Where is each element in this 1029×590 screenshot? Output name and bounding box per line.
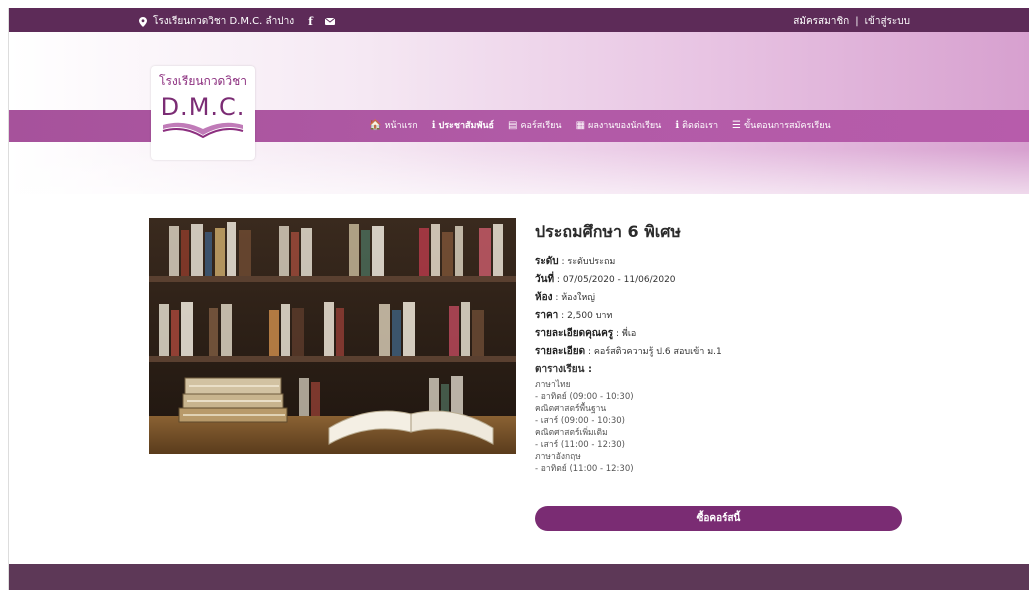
schedule-line: คณิตศาสตร์พื้นฐาน	[535, 404, 607, 414]
site-header: โรงเรียนกวดวิชา D.M.C. 🏠 หน้าแรก ℹ ประชา…	[9, 32, 1029, 194]
course-level-row: ระดับ : ระดับประถม	[535, 256, 616, 267]
teacher-value: พี่เอ	[621, 329, 637, 339]
course-title: ประถมศึกษา 6 พิเศษ	[535, 222, 681, 241]
login-link[interactable]: เข้าสู่ระบบ	[865, 14, 910, 29]
list-icon: ☰	[732, 119, 742, 131]
schedule-line: ภาษาไทย	[535, 380, 571, 390]
mail-icon[interactable]	[324, 18, 335, 25]
nav-item-courses[interactable]: ▤ คอร์สเรียน	[508, 118, 562, 132]
course-teacher-row: รายละเอียดคุณครู : พี่เอ	[535, 328, 637, 339]
course-date-row: วันที่ : 07/05/2020 - 11/06/2020	[535, 274, 676, 285]
nav-item-student-works[interactable]: ▦ ผลงานของนักเรียน	[576, 118, 662, 132]
date-label: วันที่	[535, 274, 555, 285]
schedule-line: - อาทิตย์ (11:00 - 12:30)	[535, 464, 634, 474]
course-detail-row: รายละเอียด : คอร์สติวความรู้ ป.6 สอบเข้า…	[535, 346, 722, 357]
schedule-line: - อาทิตย์ (09:00 - 10:30)	[535, 392, 634, 402]
level-label: ระดับ	[535, 256, 559, 267]
topbar-right: สมัครสมาชิก | เข้าสู่ระบบ	[793, 14, 910, 29]
book-icon: ▤	[508, 119, 518, 131]
open-book-icon	[162, 122, 244, 139]
nav-item-label: ผลงานของนักเรียน	[588, 121, 662, 131]
register-link[interactable]: สมัครสมาชิก	[793, 14, 849, 29]
schedule-line: คณิตศาสตร์เพิ่มเติม	[535, 428, 608, 438]
info-icon: ℹ	[675, 119, 680, 131]
level-value: ระดับประถม	[567, 257, 616, 267]
nav-item-announcements[interactable]: ℹ ประชาสัมพันธ์	[432, 118, 494, 132]
school-logo[interactable]: โรงเรียนกวดวิชา D.M.C.	[151, 66, 255, 160]
date-value: 07/05/2020 - 11/06/2020	[562, 275, 676, 285]
facebook-icon[interactable]: f	[308, 15, 313, 28]
nav-item-label: ประชาสัมพันธ์	[438, 121, 495, 131]
nav-item-label: ขั้นตอนการสมัครเรียน	[744, 121, 831, 131]
logo-line1: โรงเรียนกวดวิชา	[159, 74, 247, 88]
bookshelf-illustration	[149, 218, 516, 454]
school-location-text: โรงเรียนกวดวิชา D.M.C. ลำปาง	[153, 16, 295, 27]
schedule-line: - เสาร์ (11:00 - 12:30)	[535, 440, 625, 450]
schedule-line: ภาษาอังกฤษ	[535, 452, 581, 462]
price-value: 2,500 บาท	[567, 311, 613, 321]
room-label: ห้อง	[535, 292, 553, 303]
nav-item-home[interactable]: 🏠 หน้าแรก	[369, 118, 418, 132]
course-image	[149, 218, 516, 454]
course-details: ประถมศึกษา 6 พิเศษ ระดับ : ระดับประถม วั…	[535, 218, 915, 475]
schedule-list: ภาษาไทย - อาทิตย์ (09:00 - 10:30) คณิตศา…	[535, 379, 915, 475]
room-value: ห้องใหญ่	[561, 293, 595, 303]
buy-course-button[interactable]: ซื้อคอร์สนี้	[535, 506, 902, 531]
info-icon: ℹ	[431, 119, 436, 131]
price-label: ราคา	[535, 310, 559, 321]
map-pin-icon	[139, 16, 147, 27]
logo-line2: D.M.C.	[160, 93, 246, 121]
nav-item-contact[interactable]: ℹ ติดต่อเรา	[675, 118, 718, 132]
nav-item-label: ติดต่อเรา	[682, 121, 719, 131]
course-price-row: ราคา : 2,500 บาท	[535, 310, 613, 321]
nav-item-label: หน้าแรก	[384, 121, 418, 131]
topbar-separator: |	[855, 16, 859, 27]
topbar-left: โรงเรียนกวดวิชา D.M.C. ลำปาง f	[139, 14, 335, 29]
detail-value: คอร์สติวความรู้ ป.6 สอบเข้า ม.1	[593, 347, 722, 357]
top-bar: โรงเรียนกวดวิชา D.M.C. ลำปาง f สมัครสมาช…	[9, 8, 1029, 32]
home-icon: 🏠	[369, 119, 382, 131]
main-nav: 🏠 หน้าแรก ℹ ประชาสัมพันธ์ ▤ คอร์สเรียน ▦…	[369, 118, 831, 132]
detail-label: รายละเอียด	[535, 346, 586, 357]
schedule-label: ตารางเรียน :	[535, 364, 592, 375]
nav-item-label: คอร์สเรียน	[520, 121, 562, 131]
page-frame: โรงเรียนกวดวิชา D.M.C. ลำปาง f สมัครสมาช…	[8, 8, 1029, 590]
nav-item-registration-steps[interactable]: ☰ ขั้นตอนการสมัครเรียน	[732, 118, 831, 132]
course-room-row: ห้อง : ห้องใหญ่	[535, 292, 595, 303]
teacher-label: รายละเอียดคุณครู	[535, 328, 614, 339]
schedule-line: - เสาร์ (09:00 - 10:30)	[535, 416, 625, 426]
newspaper-icon: ▦	[575, 119, 586, 131]
site-footer	[9, 564, 1029, 590]
